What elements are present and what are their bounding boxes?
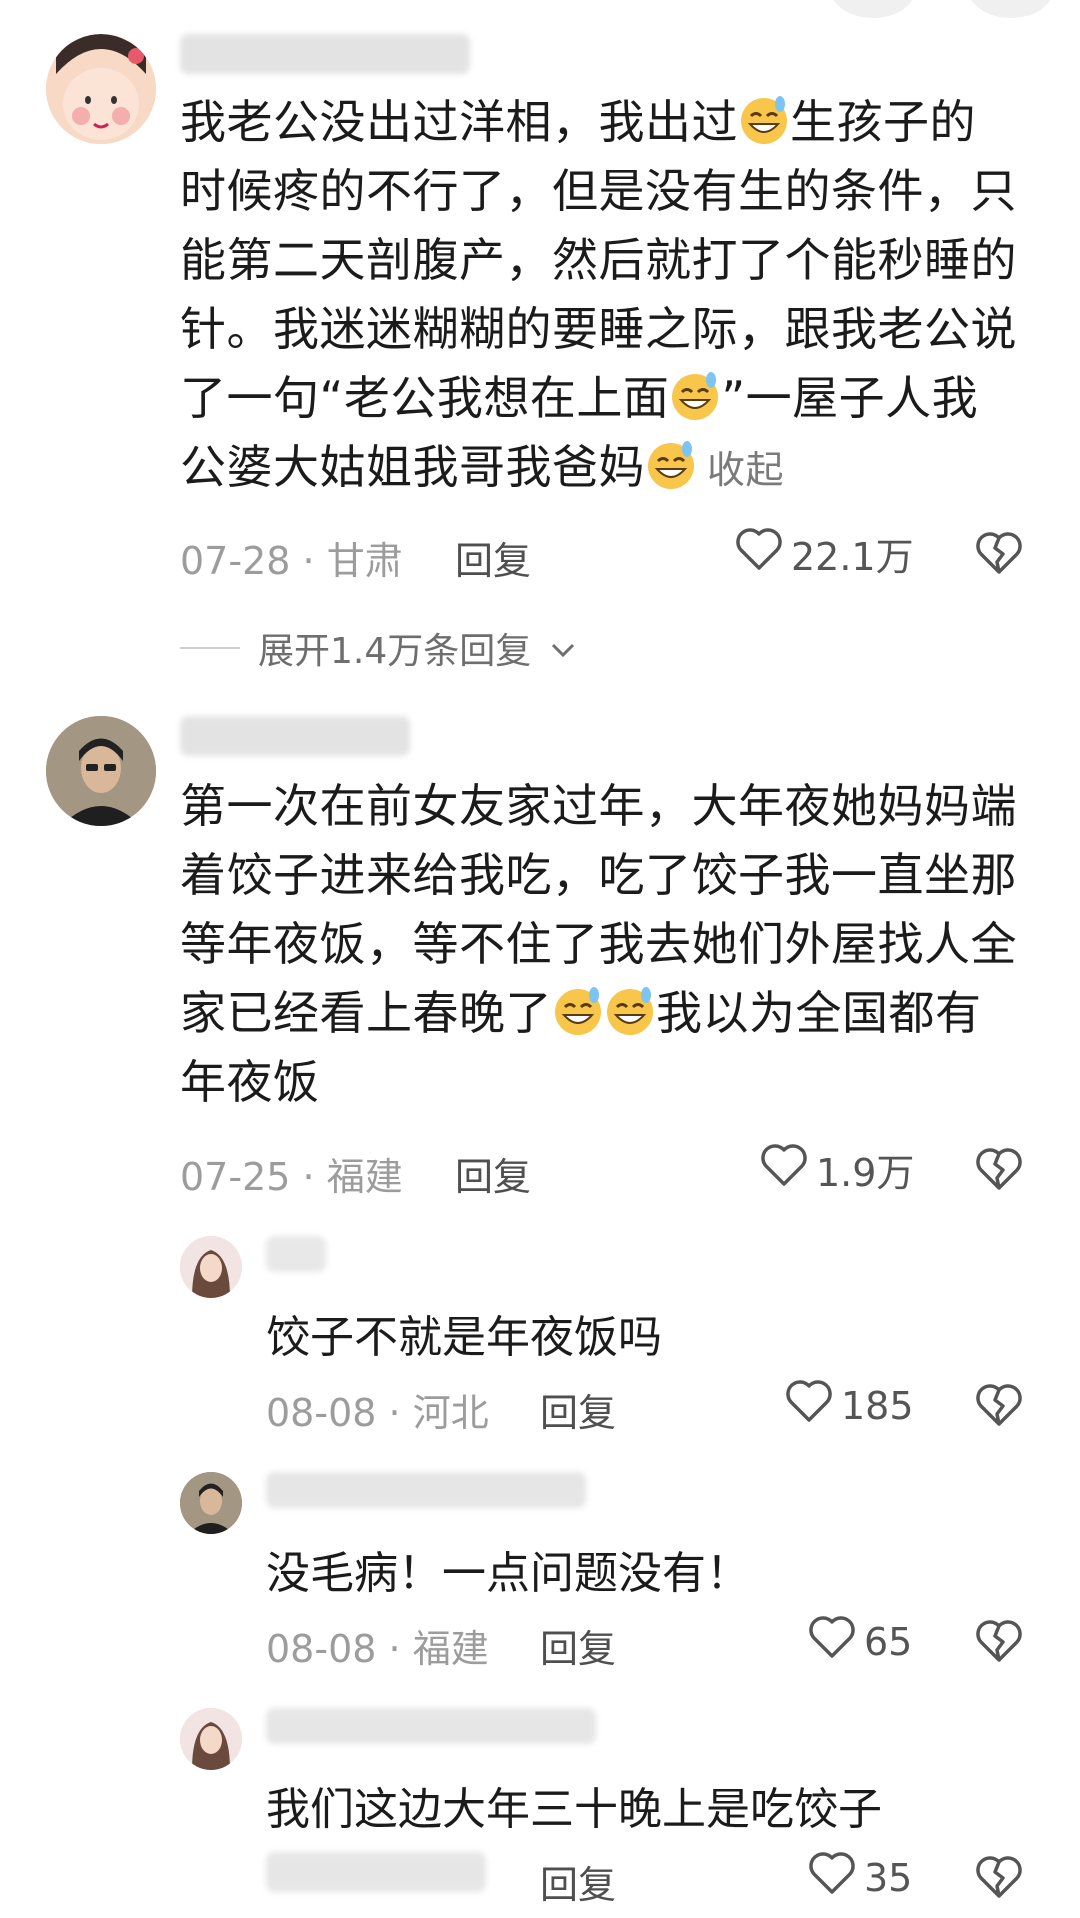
avatar[interactable]	[46, 34, 156, 144]
like-button[interactable]: 1.9万	[760, 1142, 914, 1197]
comment-meta: 07-28 · 甘肃	[180, 539, 403, 583]
reply-button[interactable]: 回复	[540, 1618, 616, 1673]
broken-heart-icon[interactable]	[975, 1618, 1023, 1668]
like-button[interactable]: 35	[808, 1850, 912, 1905]
like-count: 65	[864, 1619, 913, 1664]
broken-heart-icon[interactable]	[975, 1382, 1023, 1432]
reply-date: 08-08	[266, 1391, 377, 1435]
reply-meta: 08-08 · 河北	[266, 1391, 489, 1435]
chevron-down-icon	[549, 628, 577, 669]
heart-outline-icon	[735, 526, 783, 581]
heart-outline-icon	[760, 1142, 808, 1197]
avatar[interactable]	[46, 716, 156, 826]
heart-outline-icon	[808, 1614, 856, 1669]
top-circle-button-1[interactable]	[830, 0, 916, 18]
reply-button[interactable]: 回复	[540, 1382, 616, 1437]
broken-heart-icon[interactable]	[975, 1854, 1023, 1904]
username-blurred[interactable]	[180, 34, 470, 74]
reply-text: 我们这边大年三十晚上是吃饺子	[266, 1784, 882, 1835]
reply-date: 08-08	[266, 1627, 377, 1671]
reply-region: 河北	[412, 1391, 489, 1435]
username-blurred[interactable]	[180, 716, 410, 756]
reply-meta: 08-08 · 福建	[266, 1627, 489, 1671]
comment-text: 第一次在前女友家过年，大年夜她妈妈端着饺子进来给我吃，吃了饺子我一直坐那等年夜饭…	[180, 779, 1017, 1109]
like-count: 185	[841, 1383, 914, 1428]
like-button[interactable]: 185	[785, 1378, 914, 1433]
broken-heart-icon[interactable]	[975, 530, 1023, 580]
grin-sweat-emoji-icon	[552, 985, 604, 1037]
username-blurred[interactable]	[266, 1708, 596, 1744]
heart-outline-icon	[785, 1378, 833, 1433]
avatar[interactable]	[180, 1708, 242, 1770]
grin-sweat-emoji-icon	[645, 439, 697, 491]
reply-meta-blurred	[266, 1852, 486, 1892]
like-count: 35	[864, 1855, 913, 1900]
top-circle-button-2[interactable]	[968, 0, 1054, 18]
avatar[interactable]	[180, 1472, 242, 1534]
expand-replies-label: 展开1.4万条回复	[258, 631, 532, 672]
like-button[interactable]: 22.1万	[735, 526, 914, 581]
comment-text: 我老公没出过洋相，我出过 生孩子的时候疼的不行了，但是没有生的条件，只能第二天剖腹…	[180, 94, 1017, 494]
heart-outline-icon	[808, 1850, 856, 1905]
comment-region: 福建	[326, 1155, 403, 1199]
like-count: 22.1万	[791, 535, 914, 579]
comment-date: 07-28	[180, 539, 291, 583]
comment-date: 07-25	[180, 1155, 291, 1199]
reply-text: 饺子不就是年夜饭吗	[266, 1312, 662, 1363]
comment-region: 甘肃	[326, 539, 403, 583]
divider	[180, 647, 240, 649]
like-count: 1.9万	[816, 1151, 915, 1195]
grin-sweat-emoji-icon	[738, 94, 790, 146]
expand-replies[interactable]: 展开1.4万条回复	[180, 622, 577, 674]
broken-heart-icon[interactable]	[975, 1146, 1023, 1196]
collapse-link[interactable]: 收起	[707, 448, 784, 492]
reply-region: 福建	[412, 1627, 489, 1671]
reply-button[interactable]: 回复	[455, 530, 531, 585]
grin-sweat-emoji-icon	[604, 985, 656, 1037]
reply-text: 没毛病！一点问题没有！	[266, 1548, 750, 1599]
reply-button[interactable]: 回复	[455, 1146, 531, 1201]
like-button[interactable]: 65	[808, 1614, 912, 1669]
grin-sweat-emoji-icon	[669, 370, 721, 422]
username-blurred[interactable]	[266, 1472, 586, 1508]
reply-button[interactable]: 回复	[540, 1854, 616, 1909]
username-blurred[interactable]	[266, 1236, 326, 1272]
comment-meta: 07-25 · 福建	[180, 1155, 403, 1199]
avatar[interactable]	[180, 1236, 242, 1298]
